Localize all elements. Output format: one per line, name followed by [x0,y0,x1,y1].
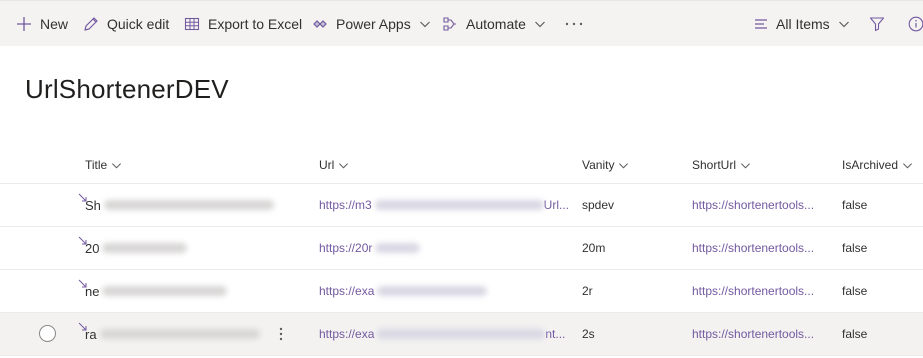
column-header-label: ShortUrl [692,158,737,172]
info-button[interactable] [908,1,923,47]
quick-edit-label: Quick edit [107,16,170,32]
cell-isarchived: false [842,327,868,341]
table-row[interactable]: Sh https://m3 Url... spdev https://short… [0,184,923,227]
cell-url-text: https://m3 [319,198,372,212]
table-row[interactable]: ne https://exa 2r https://shortenertools… [0,270,923,313]
column-header-label: IsArchived [842,158,899,172]
redacted-text [375,243,421,253]
cell-title-text: 20 [85,240,100,256]
lines-icon [752,15,770,33]
column-header-url[interactable]: Url [319,146,349,184]
column-header-shorturl[interactable]: ShortUrl [692,146,751,184]
cell-title-text: Sh [85,197,101,213]
cell-shorturl[interactable]: https://shortenertools... [692,227,814,269]
new-button-label: New [40,16,69,32]
cell-title-text: ra [85,326,97,342]
chevron-down-icon [619,162,629,169]
vertical-ellipsis-icon [279,327,283,341]
cell-url[interactable]: https://20r [319,227,569,269]
cell-isarchived: false [842,241,868,255]
chevron-down-icon [112,162,122,169]
cell-shorturl[interactable]: https://shortenertools... [692,184,814,226]
filter-button[interactable] [869,1,885,47]
automate-menu[interactable]: Automate [441,1,546,47]
power-apps-menu[interactable]: Power Apps [311,1,431,47]
cell-title-text: ne [85,283,100,299]
cell-url-tail: Url... [543,198,569,212]
redacted-text [99,329,260,339]
cell-shorturl[interactable]: https://shortenertools... [692,270,814,312]
excel-grid-icon [183,15,201,33]
cell-isarchived: false [842,198,868,212]
cell-url[interactable]: https://exa nt... [319,313,569,355]
view-switcher[interactable]: All Items [752,1,850,47]
cell-title[interactable]: 20 [85,227,280,269]
row-more-options-button[interactable] [273,323,289,345]
power-apps-label: Power Apps [336,16,411,32]
redacted-text [102,243,188,253]
cell-title[interactable]: Sh [85,184,280,226]
page-title: UrlShortenerDEV [25,74,229,104]
funnel-icon [869,16,885,32]
cell-vanity: 20m [582,241,606,255]
chevron-down-icon [419,18,431,30]
cell-vanity: 2s [582,327,595,341]
column-header-label: Title [85,158,108,172]
chevron-down-icon [534,18,546,30]
redacted-text [103,200,274,210]
command-bar: New Quick edit Export to Excel Power App… [0,0,923,46]
info-icon [908,16,923,32]
chevron-down-icon [339,162,349,169]
cell-url[interactable]: https://exa [319,270,569,312]
cell-vanity: 2r [582,284,593,298]
cell-isarchived: false [842,284,868,298]
chevron-down-icon [838,18,850,30]
column-header-label: Url [319,158,335,172]
more-commands-button[interactable] [564,1,584,47]
quick-edit-button[interactable]: Quick edit [82,1,169,47]
cell-title[interactable]: ne [85,270,280,312]
chevron-down-icon [903,162,913,169]
column-header-vanity[interactable]: Vanity [582,146,629,184]
cell-url-tail: nt... [545,327,566,341]
cell-vanity: spdev [582,198,615,212]
column-header-row: Title Url Vanity ShortUrl IsArchived [0,146,923,184]
cell-title[interactable]: ra [85,313,265,355]
table-row[interactable]: ra https://exa nt... 2s https://shortene… [0,313,923,356]
table-row[interactable]: 20 https://20r 20m https://shortenertool… [0,227,923,270]
cell-url[interactable]: https://m3 Url... [319,184,569,226]
export-to-excel-button[interactable]: Export to Excel [183,1,302,47]
pencil-icon [82,15,100,33]
row-select-checkbox[interactable] [39,325,56,342]
column-header-title[interactable]: Title [85,146,122,184]
column-header-label: Vanity [582,158,615,172]
ellipsis-icon [564,16,584,32]
view-label: All Items [776,16,830,32]
redacted-text [377,329,546,339]
plus-icon [15,15,33,33]
redacted-text [374,200,544,210]
cell-url-text: https://exa [319,284,375,298]
automate-label: Automate [466,16,526,32]
redacted-text [377,286,488,296]
power-apps-icon [311,15,329,33]
cell-url-text: https://exa [319,327,375,341]
cell-url-text: https://20r [319,241,373,255]
cell-shorturl[interactable]: https://shortenertools... [692,313,814,355]
redacted-text [102,286,228,296]
new-button[interactable]: New [15,1,68,47]
chevron-down-icon [741,162,750,169]
column-header-isarchived[interactable]: IsArchived [842,146,913,184]
flow-icon [441,15,459,33]
export-label: Export to Excel [208,16,303,32]
